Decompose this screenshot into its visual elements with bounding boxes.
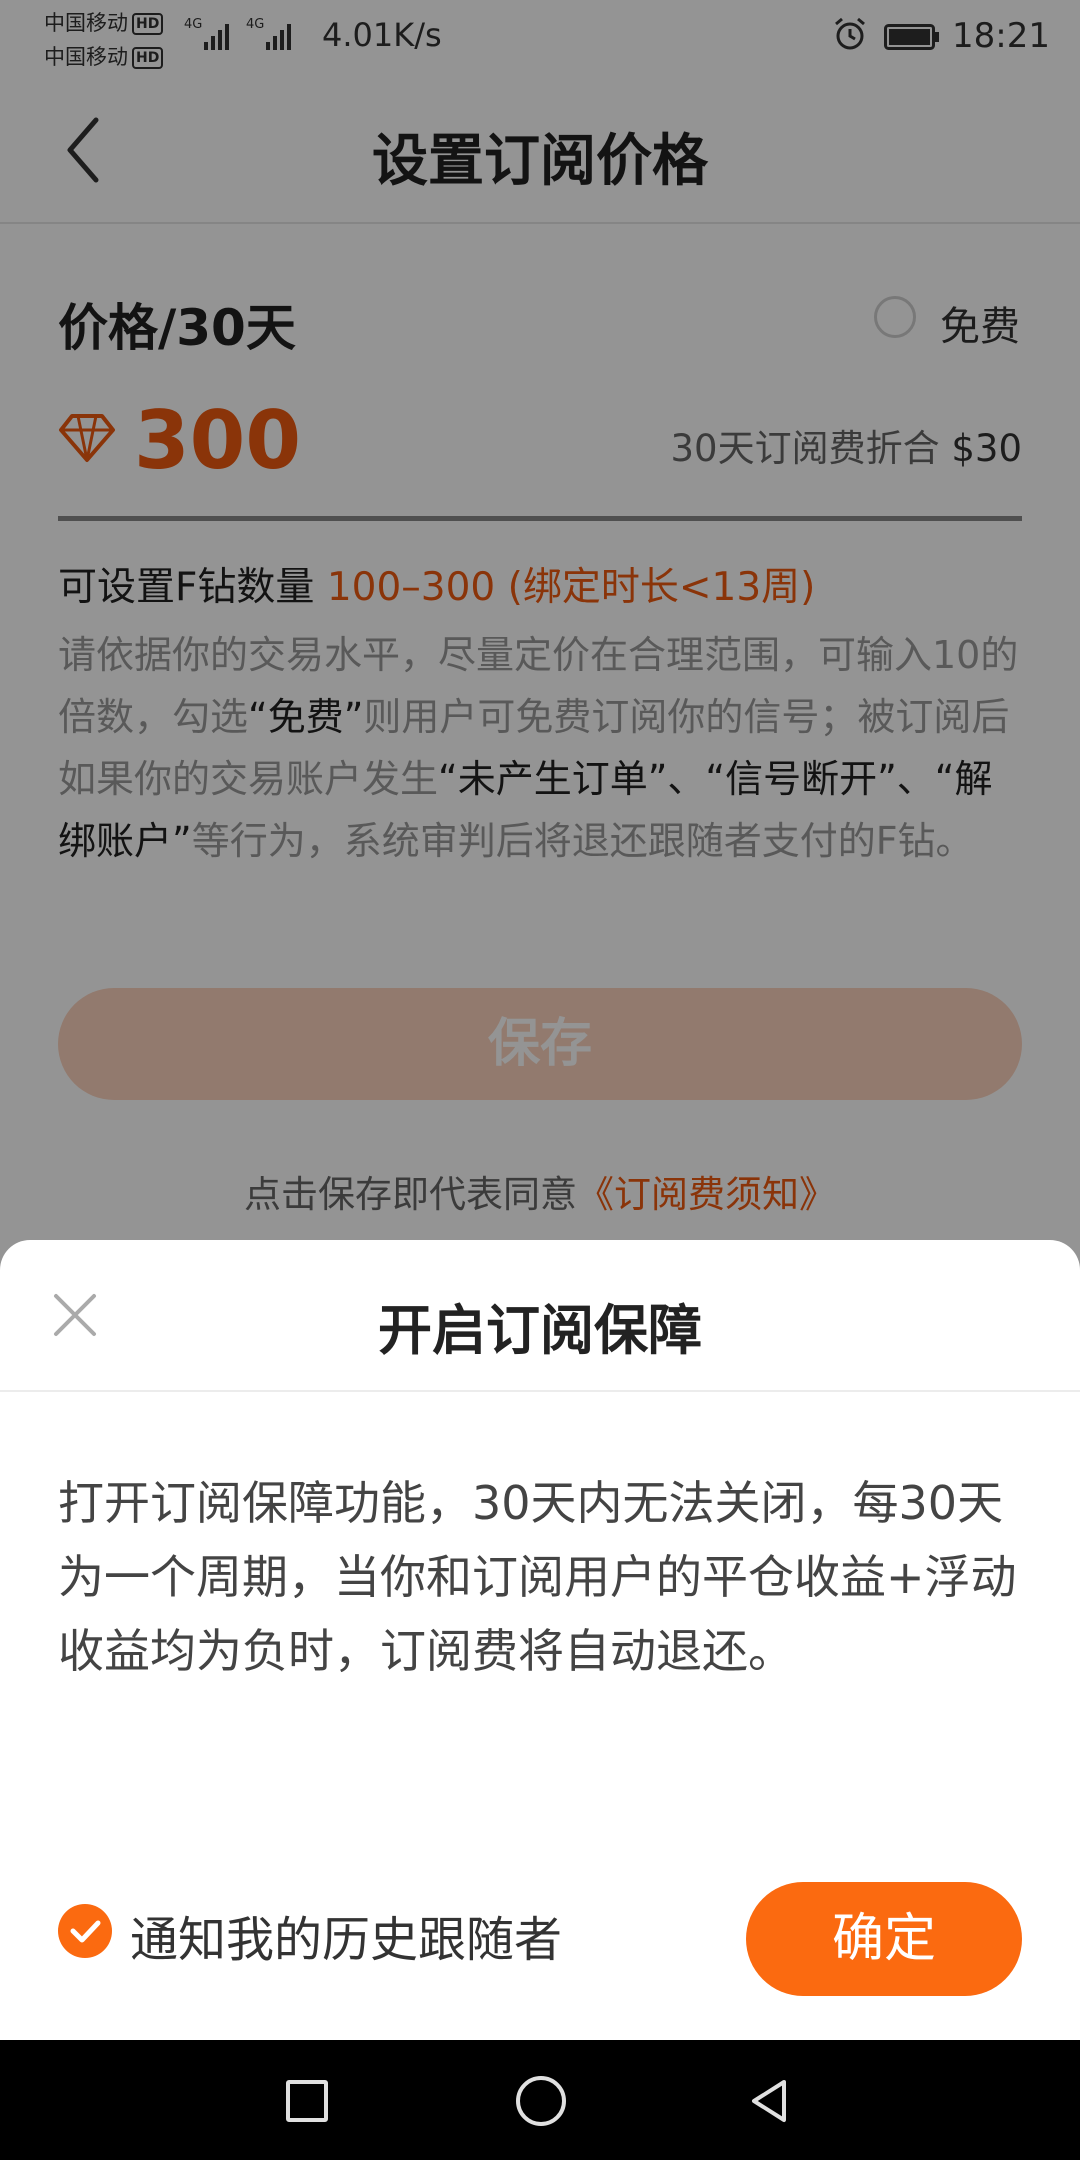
recent-apps-button[interactable] (286, 2080, 328, 2122)
notify-checkbox[interactable] (58, 1904, 112, 1958)
sheet-title: 开启订阅保障 (378, 1299, 702, 1362)
subscription-guarantee-sheet: 开启订阅保障 打开订阅保障功能，30天内无法关闭，每30天为一个周期，当你和订阅… (0, 1240, 1080, 2040)
triangle-back-icon (752, 2080, 786, 2122)
check-icon (70, 1920, 101, 1943)
notify-followers-label[interactable]: 通知我的历史跟随者 (130, 1900, 562, 1970)
system-back-button[interactable] (744, 2076, 794, 2126)
home-button[interactable] (516, 2076, 566, 2126)
confirm-button[interactable]: 确定 (746, 1882, 1022, 1996)
sheet-body-text: 打开订阅保障功能，30天内无法关闭，每30天为一个周期，当你和订阅用户的平仓收益… (58, 1476, 1017, 1678)
system-nav-bar (0, 2040, 1080, 2160)
sheet-divider (0, 1390, 1080, 1392)
